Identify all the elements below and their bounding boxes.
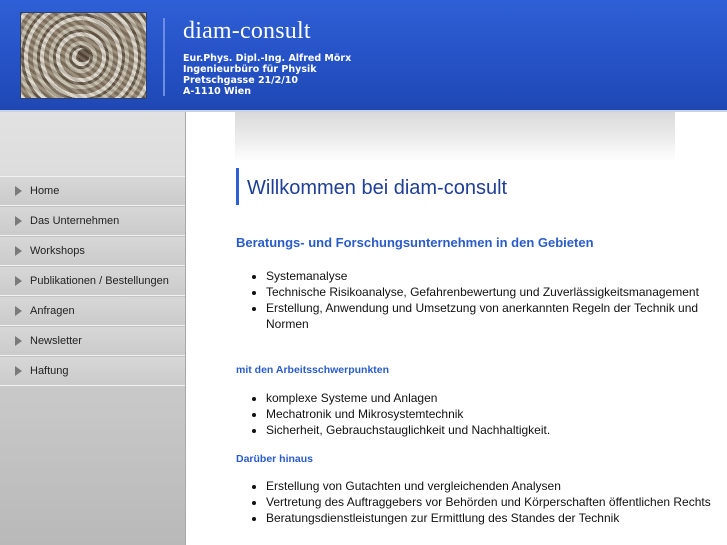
nav-item-publikationen[interactable]: Publikationen / Bestellungen (0, 266, 185, 296)
main-navigation: Home Das Unternehmen Workshops Publikati… (0, 176, 185, 386)
main-content: Willkommen bei diam-consult Beratungs- u… (236, 168, 711, 525)
list-item: Beratungsdienstleistungen zur Ermittlung… (266, 510, 716, 526)
subheading-additionally: Darüber hinaus (236, 453, 314, 465)
focus-list: komplexe Systeme und Anlagen Mechatronik… (236, 390, 716, 438)
nav-item-label: Publikationen / Bestellungen (30, 275, 169, 287)
nav-item-label: Das Unternehmen (30, 215, 120, 227)
nav-item-label: Anfragen (30, 305, 75, 317)
nav-item-newsletter[interactable]: Newsletter (0, 326, 185, 356)
nav-item-das-unternehmen[interactable]: Das Unternehmen (0, 206, 185, 236)
header-divider (163, 18, 165, 96)
nav-item-anfragen[interactable]: Anfragen (0, 296, 185, 326)
list-item: Erstellung von Gutachten und vergleichen… (266, 478, 716, 494)
nav-item-label: Workshops (30, 245, 85, 257)
subheading-focus: mit den Arbeitsschwerpunkten (236, 364, 390, 376)
address-line-city: A-1110 Wien (183, 86, 251, 97)
triangle-right-icon (15, 306, 22, 316)
services-list: Systemanalyse Technische Risikoanalyse, … (236, 268, 716, 332)
list-item: komplexe Systeme und Anlagen (266, 390, 716, 406)
address-line-name: Eur.Phys. Dipl.-Ing. Alfred Mörx (183, 53, 352, 64)
nav-item-label: Haftung (30, 365, 69, 377)
nav-item-label: Newsletter (30, 335, 82, 347)
list-item: Erstellung, Anwendung und Umsetzung von … (266, 300, 716, 332)
nav-item-workshops[interactable]: Workshops (0, 236, 185, 266)
address-block: Eur.Phys. Dipl.-Ing. Alfred Mörx Ingenie… (183, 53, 351, 97)
section-headline: Beratungs- und Forschungsunternehmen in … (236, 235, 594, 250)
triangle-right-icon (15, 216, 22, 226)
triangle-right-icon (15, 276, 22, 286)
list-item: Mechatronik und Mikrosystemtechnik (266, 406, 716, 422)
additional-services-list: Erstellung von Gutachten und vergleichen… (236, 478, 716, 526)
list-item: Sicherheit, Gebrauchstauglichkeit und Na… (266, 422, 716, 438)
sidebar: Home Das Unternehmen Workshops Publikati… (0, 112, 186, 545)
list-item: Systemanalyse (266, 268, 716, 284)
nav-item-home[interactable]: Home (0, 177, 185, 206)
list-item: Vertretung des Auftraggebers vor Behörde… (266, 494, 716, 510)
site-title: diam-consult (183, 18, 311, 44)
list-item: Technische Risikoanalyse, Gefahrenbewert… (266, 284, 716, 300)
triangle-right-icon (15, 246, 22, 256)
logo-image (20, 12, 147, 99)
address-line-office: Ingenieurbüro für Physik (183, 64, 317, 75)
site-header: diam-consult Eur.Phys. Dipl.-Ing. Alfred… (0, 0, 727, 112)
address-line-street: Pretschgasse 21/2/10 (183, 75, 298, 86)
page-title: Willkommen bei diam-consult (236, 168, 686, 205)
triangle-right-icon (15, 336, 22, 346)
triangle-right-icon (15, 186, 22, 196)
content-top-fade (235, 112, 675, 162)
nav-item-haftung[interactable]: Haftung (0, 356, 185, 386)
nav-item-label: Home (30, 185, 60, 197)
triangle-right-icon (15, 366, 22, 376)
